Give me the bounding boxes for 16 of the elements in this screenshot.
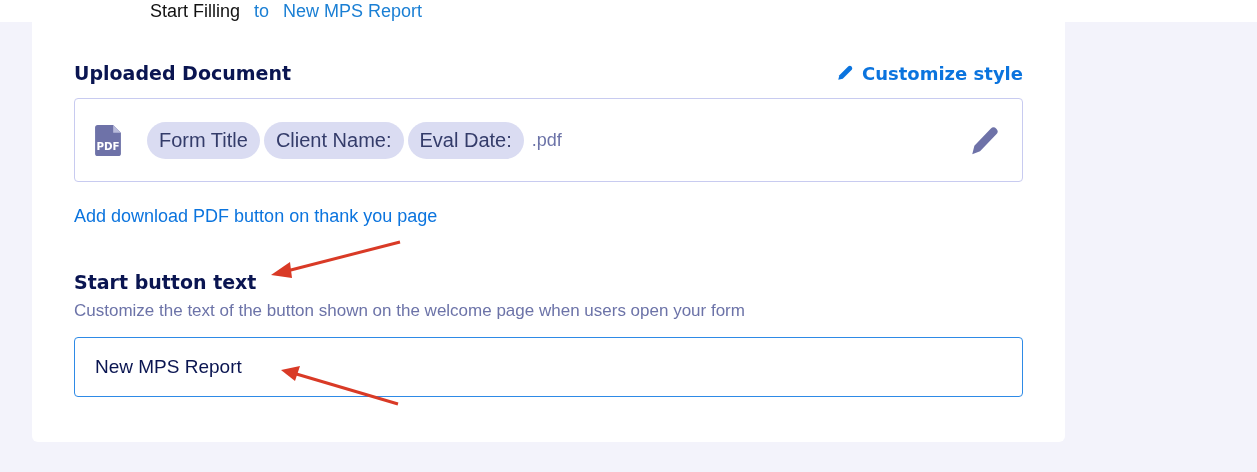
- document-name-field[interactable]: PDF Form Title Client Name: Eval Date: .pdf: [74, 98, 1023, 182]
- customize-style-link[interactable]: Customize style: [836, 62, 1023, 84]
- description-text: Customize the text of the button shown on the welcome page when users open your form: [74, 301, 746, 321]
- section-label: Uploaded Document: [74, 62, 292, 84]
- caption-text: Start Filling: [150, 0, 241, 22]
- caption-text: to: [254, 0, 270, 22]
- pencil-icon: [836, 64, 854, 82]
- field-tag[interactable]: Form Title: [147, 121, 260, 159]
- field-tag[interactable]: Eval Date:: [407, 121, 524, 159]
- start-button-text-field[interactable]: New MPS Report: [74, 337, 1023, 397]
- caption-text: New MPS Report: [283, 0, 423, 22]
- field-tag[interactable]: Client Name:: [263, 121, 404, 159]
- file-extension: .pdf: [531, 129, 563, 151]
- add-download-pdf-link[interactable]: Add download PDF button on thank you page: [74, 206, 1023, 227]
- section-label: Start button text: [74, 271, 258, 293]
- pdf-file-icon: PDF: [95, 124, 121, 156]
